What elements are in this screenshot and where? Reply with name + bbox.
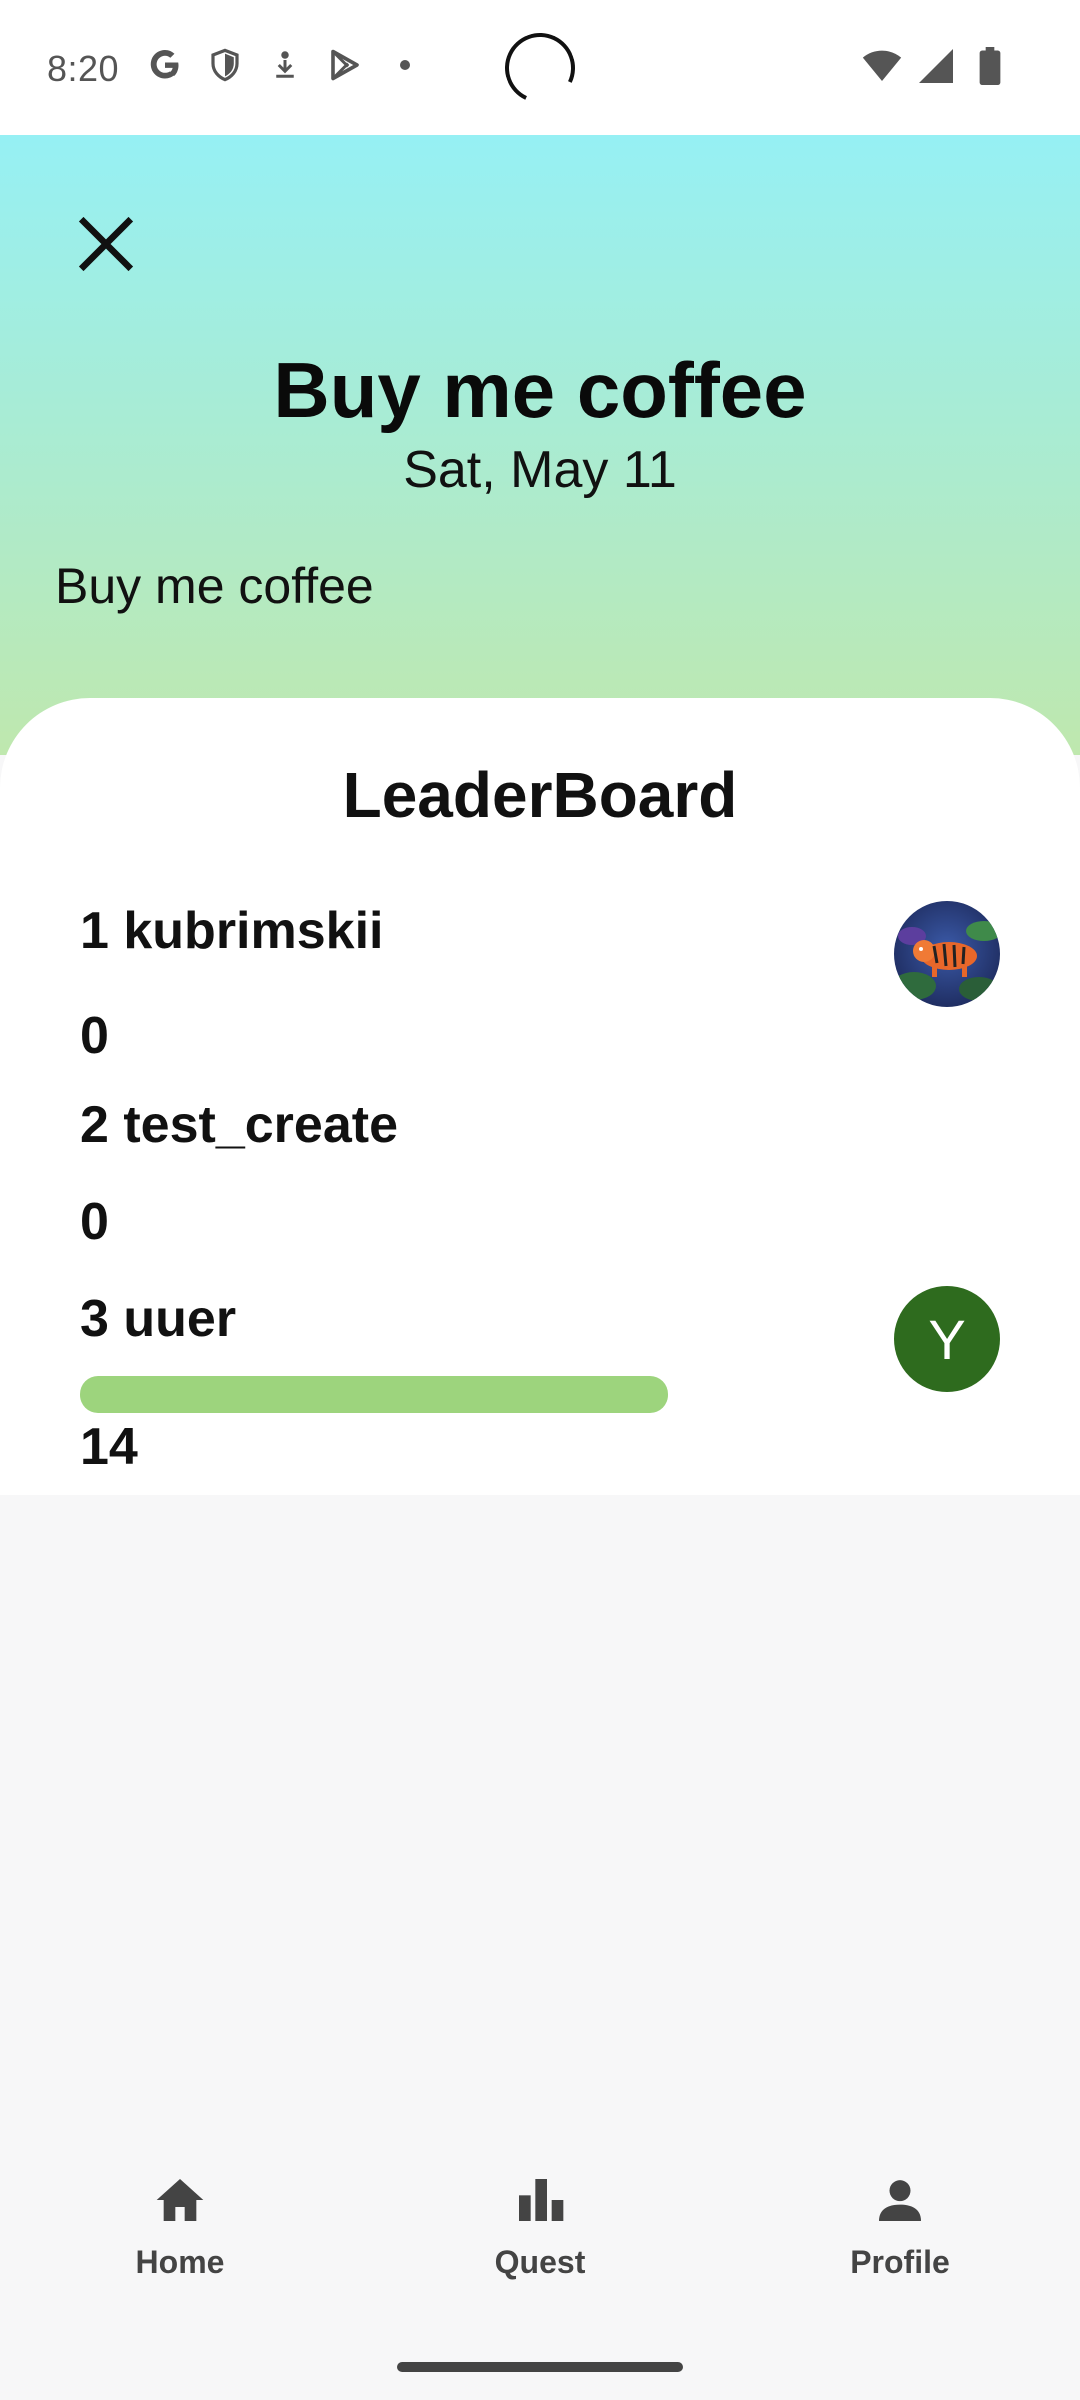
entry-name: 2 test_create: [80, 1096, 398, 1154]
nav-item-quest[interactable]: Quest: [360, 2120, 720, 2320]
event-date: Sat, May 11: [403, 441, 677, 499]
status-icons-right: [862, 46, 1010, 86]
entry-score: 0: [80, 1007, 109, 1065]
wifi-icon: [862, 46, 902, 86]
entry-score: 0: [80, 1193, 109, 1251]
shield-icon: [205, 45, 245, 85]
close-button[interactable]: [72, 210, 140, 278]
bar-chart-icon: [510, 2170, 570, 2230]
status-bar: 8:20: [0, 0, 1080, 135]
download-icon: [265, 45, 305, 85]
nav-item-profile[interactable]: Profile: [720, 2120, 1080, 2320]
close-icon: [78, 216, 134, 272]
signal-icon: [916, 46, 956, 86]
leaderboard-entry-3[interactable]: 3 uuer Y 14: [80, 1286, 1000, 1499]
nav-label: Home: [135, 2244, 225, 2280]
page-title: Buy me coffee: [273, 346, 807, 434]
nav-label: Profile: [850, 2244, 950, 2280]
avatar: Y: [894, 1286, 1000, 1392]
dot-icon: [385, 45, 425, 85]
google-icon: [145, 45, 185, 85]
person-icon: [870, 2170, 930, 2230]
avatar-image: [894, 901, 1000, 1007]
entry-name: 1 kubrimskii: [80, 902, 384, 960]
nav-label: Quest: [494, 2244, 586, 2280]
nav-item-home[interactable]: Home: [0, 2120, 360, 2320]
tiger-image: [894, 901, 1000, 1007]
entry-name: 3 uuer: [80, 1290, 237, 1348]
status-time: 8:20: [47, 48, 120, 89]
home-indicator[interactable]: [397, 2362, 683, 2372]
progress-bar: [80, 1376, 668, 1413]
entry-score: 14: [80, 1418, 138, 1476]
home-icon: [150, 2170, 210, 2230]
event-description: Buy me coffee: [55, 558, 374, 614]
leaderboard-title: LeaderBoard: [342, 759, 738, 831]
status-icons-left: [145, 45, 425, 85]
battery-icon: [970, 46, 1010, 86]
leaderboard-card: LeaderBoard 1 kubrimskii 0 2 test_create…: [0, 698, 1080, 1495]
camera-cutout: [495, 23, 585, 113]
leaderboard-entry-2[interactable]: 2 test_create 0: [80, 1095, 1000, 1295]
leaderboard-entry-1[interactable]: 1 kubrimskii 0: [80, 901, 1000, 1101]
bottom-navigation: Home Quest Profile: [0, 2120, 1080, 2320]
play-store-icon: [325, 45, 365, 85]
